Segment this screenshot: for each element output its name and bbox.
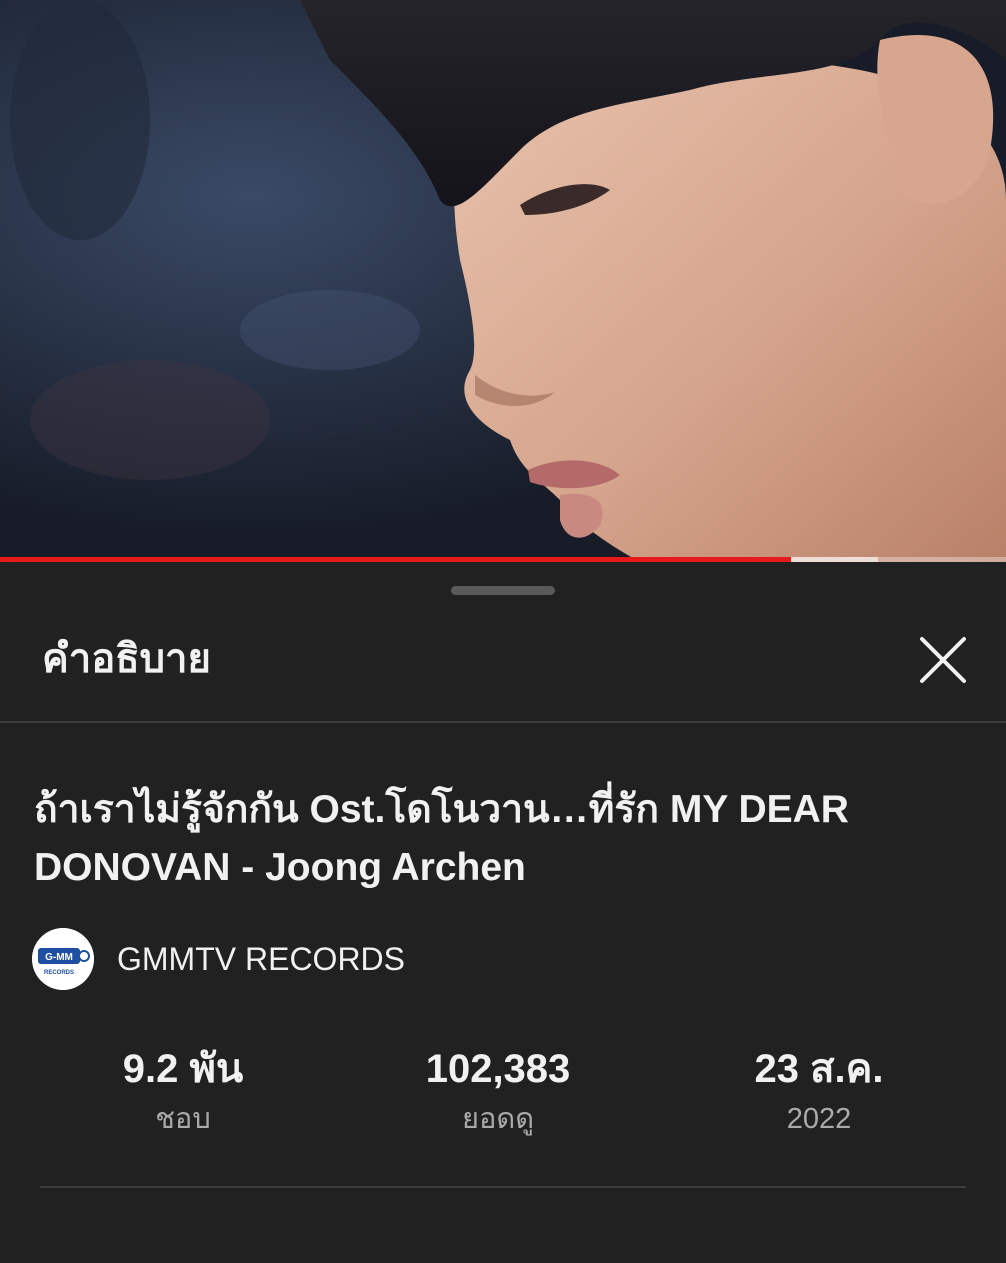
channel-avatar[interactable]: G-MM RECORDS: [32, 928, 94, 990]
views-value: 102,383: [425, 1047, 571, 1091]
likes-label: ชอบ: [155, 1103, 211, 1135]
svg-text:G-MM: G-MM: [45, 952, 73, 963]
date-value: 23 ส.ค.: [754, 1047, 884, 1091]
svg-text:RECORDS: RECORDS: [44, 970, 74, 976]
views-stat: 102,383 ยอดดู: [348, 1043, 648, 1137]
likes-value: 9.2 พัน: [122, 1047, 244, 1091]
video-progress-bar[interactable]: [0, 557, 1006, 562]
sheet-drag-handle[interactable]: [451, 586, 555, 595]
video-stats: 9.2 พัน ชอบ 102,383 ยอดดู 23 ส.ค. 2022: [0, 1043, 1006, 1153]
views-label: ยอดดู: [461, 1103, 535, 1135]
stats-divider: [40, 1186, 966, 1188]
video-title: ถ้าเราไม่รู้จักกัน Ost.โดโนวาน…ที่รัก MY…: [34, 788, 849, 889]
close-icon: [920, 637, 966, 683]
description-sheet: คำอธิบาย ถ้าเราไม่รู้จักกัน Ost.โดโนวาน……: [0, 563, 1006, 1263]
video-frame-image: [0, 0, 1006, 562]
date-stat: 23 ส.ค. 2022: [669, 1043, 969, 1137]
date-year-label: 2022: [786, 1103, 852, 1135]
header-divider: [0, 721, 1006, 723]
sheet-title: คำอธิบาย: [42, 637, 211, 681]
channel-name[interactable]: GMMTV RECORDS: [117, 939, 405, 979]
likes-stat: 9.2 พัน ชอบ: [33, 1043, 333, 1137]
channel-row[interactable]: G-MM RECORDS GMMTV RECORDS: [32, 927, 405, 991]
close-button[interactable]: [912, 629, 974, 691]
gmmtv-logo-icon: G-MM RECORDS: [32, 928, 94, 990]
video-player[interactable]: [0, 0, 1006, 562]
progress-played: [0, 557, 791, 562]
